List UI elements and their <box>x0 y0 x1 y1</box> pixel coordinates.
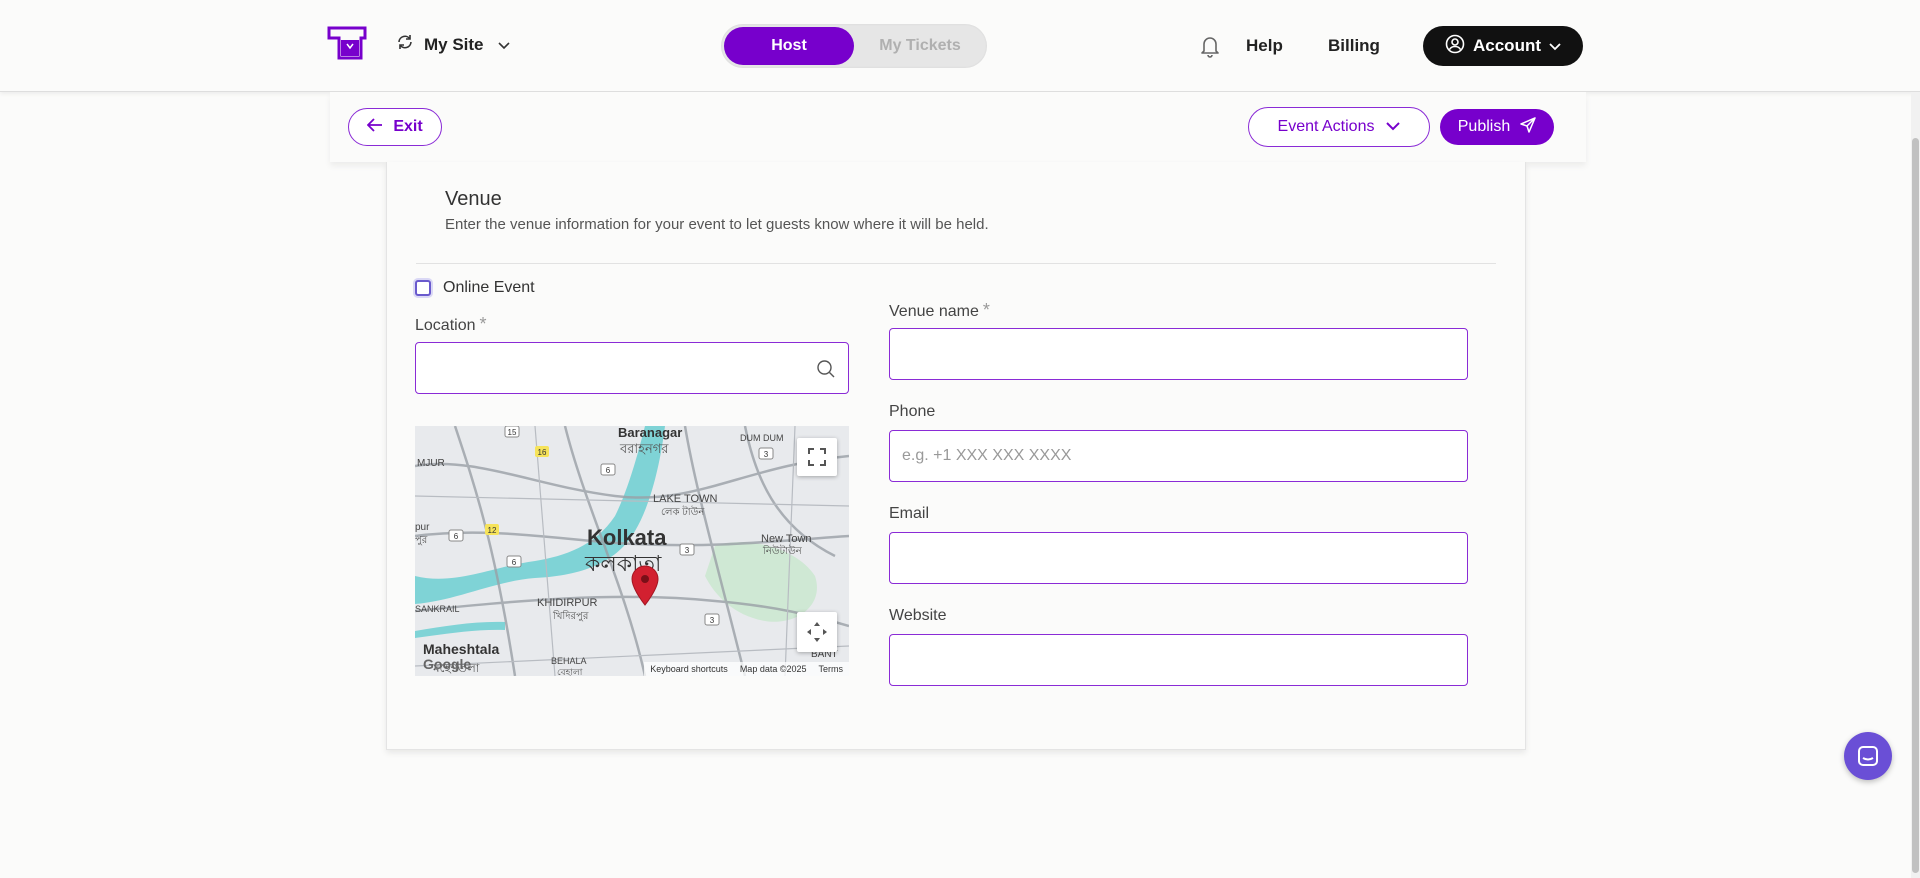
location-map[interactable]: Baranagar বরাহনগর DUM DUM LAKE TOWN লেক … <box>415 426 849 676</box>
map-label: SANKRAIL <box>415 604 460 614</box>
toggle-host[interactable]: Host <box>724 27 854 65</box>
site-switcher[interactable]: My Site <box>396 33 510 56</box>
email-input[interactable] <box>889 532 1468 584</box>
map-label: Baranagar <box>618 426 682 440</box>
scrollbar-thumb[interactable] <box>1912 138 1919 873</box>
mode-toggle: Host My Tickets <box>721 24 987 68</box>
exit-label: Exit <box>393 118 423 135</box>
map-label: পুর <box>415 535 428 546</box>
venue-name-label: Venue name * <box>889 300 990 321</box>
bell-icon[interactable] <box>1199 34 1221 58</box>
road-badge: 3 <box>764 450 769 459</box>
phone-label: Phone <box>889 403 936 420</box>
publish-button[interactable]: Publish <box>1440 109 1554 145</box>
website-label: Website <box>889 607 947 624</box>
website-input[interactable] <box>889 634 1468 686</box>
map-label: DUM DUM <box>740 433 784 443</box>
road-badge: 16 <box>538 448 547 457</box>
online-event-checkbox[interactable] <box>415 280 431 296</box>
road-badge: 15 <box>508 428 517 437</box>
event-actions-label: Event Actions <box>1277 118 1375 135</box>
map-label: Maheshtala <box>423 641 499 657</box>
location-label-text: Location <box>415 317 476 334</box>
road-badge: 3 <box>685 546 690 555</box>
location-label: Location * <box>415 314 487 335</box>
location-input[interactable] <box>415 342 849 394</box>
venue-name-label-text: Venue name <box>889 303 979 320</box>
map-label: লেক টাউন <box>661 505 705 518</box>
road-badge: 12 <box>488 526 497 535</box>
chat-button[interactable] <box>1844 732 1892 780</box>
map-canvas: Baranagar বরাহনগর DUM DUM LAKE TOWN লেক … <box>415 426 849 676</box>
chat-icon <box>1858 746 1878 766</box>
chevron-down-icon <box>1549 36 1561 56</box>
map-label: খিদিরপুর <box>552 610 589 622</box>
keyboard-shortcuts-link[interactable]: Keyboard shortcuts <box>650 664 728 674</box>
email-label: Email <box>889 505 930 522</box>
publish-label: Publish <box>1457 118 1511 135</box>
arrow-left-icon <box>367 117 383 137</box>
account-label: Account <box>1473 36 1541 55</box>
terms-link[interactable]: Terms <box>819 664 844 674</box>
help-link[interactable]: Help <box>1246 36 1283 56</box>
map-label: KHIDIRPUR <box>537 597 598 609</box>
map-label: MJUR <box>417 458 445 469</box>
phone-input[interactable]: e.g. +1 XXX XXX XXXX <box>889 430 1468 482</box>
pan-arrows-icon <box>807 622 827 642</box>
sync-icon <box>396 33 414 56</box>
site-name: My Site <box>424 34 484 54</box>
map-label: নিউটাউন <box>762 544 803 557</box>
venue-title: Venue <box>445 188 502 210</box>
account-button[interactable]: Account <box>1423 26 1583 66</box>
ticket-logo-icon[interactable] <box>327 26 367 60</box>
divider <box>416 263 1496 264</box>
map-label: বেহালা <box>557 667 583 676</box>
map-attribution: Keyboard shortcuts Map data ©2025 Terms <box>644 662 849 676</box>
search-icon[interactable] <box>816 359 836 379</box>
phone-placeholder: e.g. +1 XXX XXX XXXX <box>902 447 1072 464</box>
map-label: New Town <box>761 533 812 545</box>
fullscreen-button[interactable] <box>797 438 837 476</box>
map-data-text: Map data ©2025 <box>739 664 807 674</box>
chevron-down-icon <box>1386 118 1401 136</box>
required-mark: * <box>479 314 487 334</box>
event-actions-button[interactable]: Event Actions <box>1248 107 1430 147</box>
fullscreen-icon <box>808 448 826 466</box>
venue-description: Enter the venue information for your eve… <box>445 216 989 233</box>
billing-link[interactable]: Billing <box>1328 36 1380 56</box>
map-label: BEHALA <box>551 656 587 666</box>
map-pan-control[interactable] <box>797 612 837 652</box>
google-logo: Google <box>423 656 472 672</box>
chevron-down-icon <box>497 37 510 53</box>
toggle-my-tickets[interactable]: My Tickets <box>856 27 984 65</box>
road-badge: 6 <box>454 532 459 541</box>
map-label: pur <box>415 522 430 533</box>
map-label: LAKE TOWN <box>653 493 717 505</box>
road-badge: 3 <box>710 616 715 625</box>
map-label: বরাহনগর <box>619 441 669 456</box>
user-circle-icon <box>1445 34 1465 59</box>
road-badge: 6 <box>606 466 611 475</box>
online-event-label: Online Event <box>443 279 535 296</box>
required-mark: * <box>982 300 990 320</box>
road-badge: 6 <box>512 558 517 567</box>
exit-button[interactable]: Exit <box>348 108 442 146</box>
send-icon <box>1520 116 1536 138</box>
map-label: Kolkata <box>587 525 667 550</box>
venue-name-input[interactable] <box>889 328 1468 380</box>
